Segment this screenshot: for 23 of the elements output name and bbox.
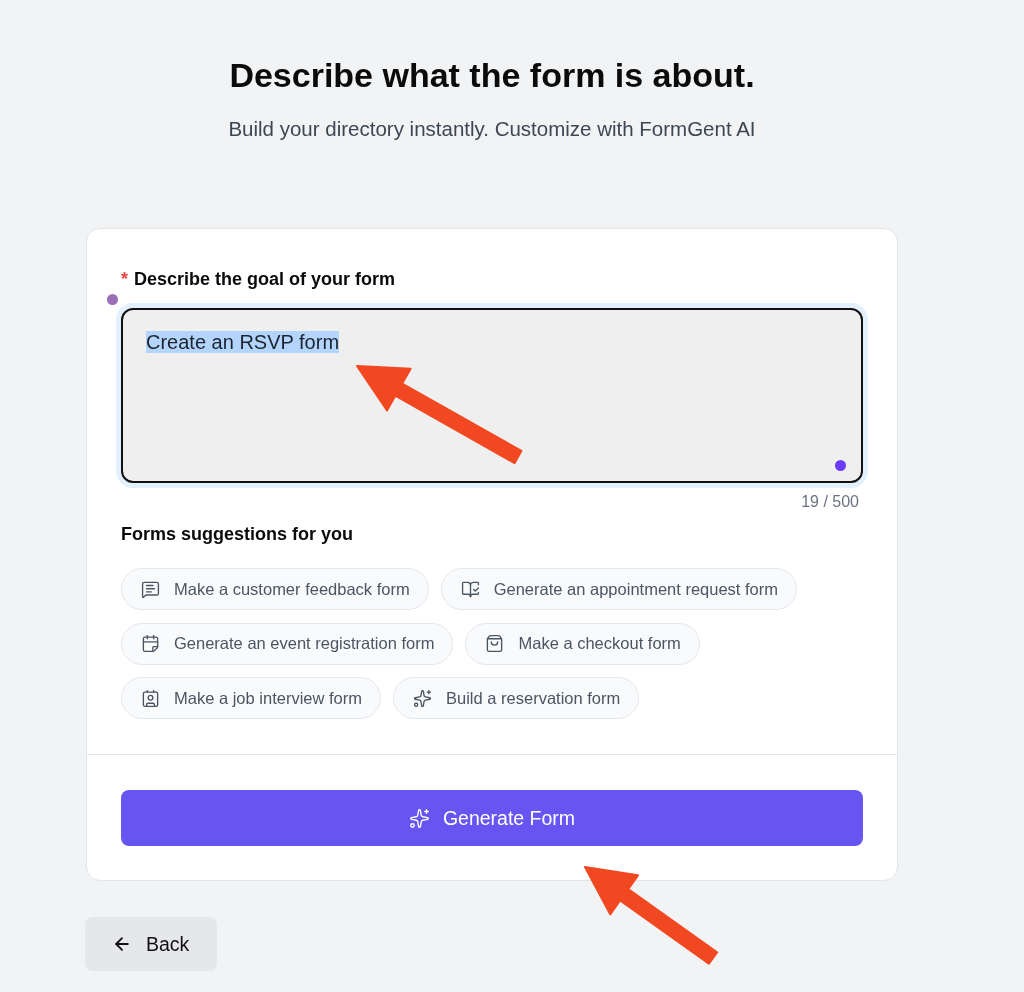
suggestion-chip[interactable]: Build a reservation form [393, 677, 640, 719]
suggestion-chip[interactable]: Make a job interview form [121, 677, 381, 719]
field-label: Describe the goal of your form [134, 268, 396, 290]
contact-card-icon [141, 688, 160, 708]
open-book-icon [460, 579, 480, 599]
generate-form-button[interactable]: Generate Form [121, 790, 863, 846]
sparkle-icon [413, 688, 432, 708]
required-asterisk: * [121, 268, 128, 290]
page-subtitle: Build your directory instantly. Customize with FormGent AI [227, 116, 757, 142]
suggestion-chip[interactable]: Generate an appointment request form [440, 568, 798, 610]
calendar-icon [141, 634, 160, 653]
suggestion-chip[interactable]: Make a customer feedback form [121, 568, 429, 610]
character-counter: 19 / 500 [801, 492, 859, 512]
sparkle-icon [408, 807, 430, 829]
page-title: Describe what the form is about. [228, 55, 756, 96]
shopping-bag-icon [485, 634, 505, 653]
suggestion-chip[interactable]: Generate an event registration form [121, 622, 454, 665]
suggestion-chip[interactable]: Make a checkout form [465, 622, 700, 665]
marker-dot-icon [107, 294, 118, 305]
back-button[interactable]: Back [85, 917, 218, 971]
section-title: Forms suggestions for you [121, 523, 355, 546]
marker-dot-icon [835, 460, 846, 471]
chat-bubble-icon [141, 579, 160, 599]
